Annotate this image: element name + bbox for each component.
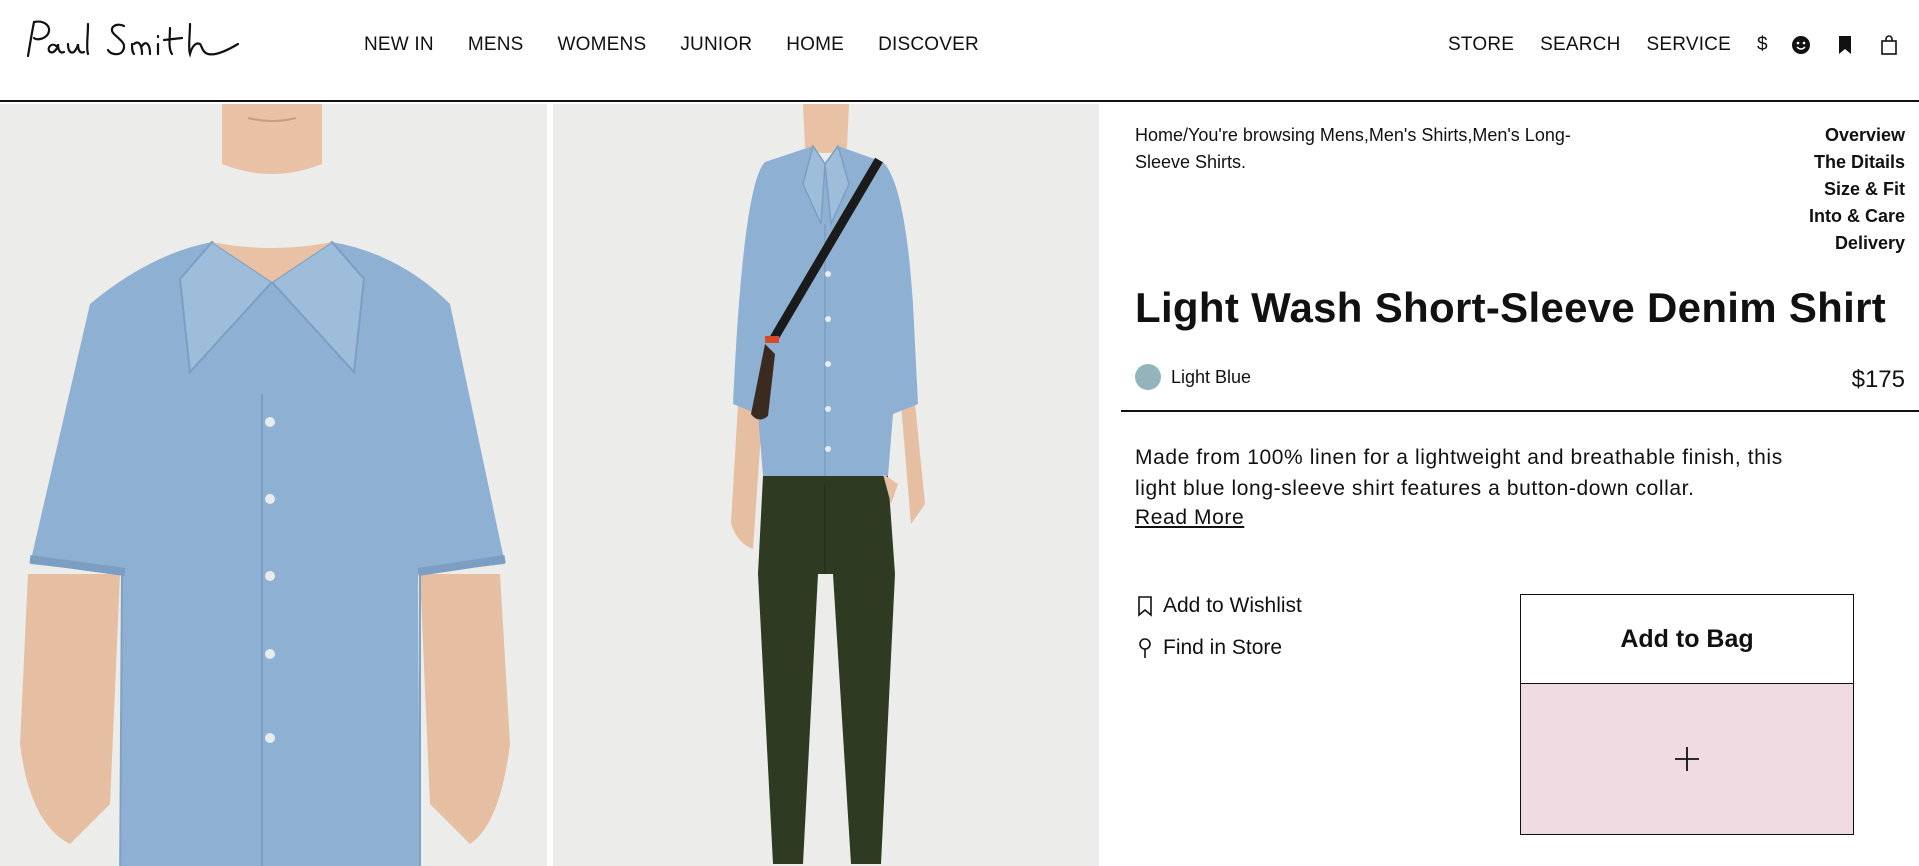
main-nav: NEW IN MENS WOMENS JUNIOR HOME DISCOVER bbox=[364, 34, 1013, 56]
nav-home[interactable]: HOME bbox=[786, 34, 844, 56]
section-link-size-fit[interactable]: Size & Fit bbox=[1809, 176, 1905, 203]
breadcrumb[interactable]: Home/You're browsing Mens,Men's Shirts,M… bbox=[1135, 122, 1585, 176]
paul-smith-logo[interactable] bbox=[24, 16, 244, 64]
nav-junior[interactable]: JUNIOR bbox=[680, 34, 752, 56]
product-image-closeup[interactable] bbox=[0, 104, 547, 866]
color-label: Light Blue bbox=[1171, 366, 1252, 387]
bag-icon[interactable] bbox=[1878, 34, 1900, 56]
plus-icon bbox=[1675, 747, 1699, 771]
product-description: Made from 100% linen for a lightweight a… bbox=[1135, 446, 1783, 500]
site-header: NEW IN MENS WOMENS JUNIOR HOME DISCOVER … bbox=[0, 0, 1919, 102]
expand-plus-button[interactable] bbox=[1520, 684, 1854, 835]
currency-selector[interactable]: $ bbox=[1757, 34, 1768, 56]
location-pin-icon bbox=[1135, 636, 1155, 660]
nav-discover[interactable]: DISCOVER bbox=[878, 34, 979, 56]
section-link-info-care[interactable]: Into & Care bbox=[1809, 203, 1905, 230]
add-to-bag-button[interactable]: Add to Bag bbox=[1520, 594, 1854, 684]
find-in-store-button[interactable]: Find in Store bbox=[1135, 636, 1282, 660]
utility-nav: STORE SEARCH SERVICE $ bbox=[1448, 34, 1919, 56]
bookmark-icon bbox=[1135, 594, 1155, 618]
add-to-bag-label: Add to Bag bbox=[1620, 624, 1754, 653]
wishlist-bookmark-icon[interactable] bbox=[1834, 34, 1856, 56]
nav-new-in[interactable]: NEW IN bbox=[364, 34, 434, 56]
nav-service[interactable]: SERVICE bbox=[1647, 34, 1731, 56]
nav-search[interactable]: SEARCH bbox=[1540, 34, 1620, 56]
nav-store[interactable]: STORE bbox=[1448, 34, 1514, 56]
add-to-wishlist-label: Add to Wishlist bbox=[1163, 594, 1302, 617]
product-info-panel: Home/You're browsing Mens,Men's Shirts,M… bbox=[1099, 104, 1919, 866]
color-selector[interactable]: Light Blue bbox=[1135, 364, 1251, 390]
section-links: Overview The Ditails Size & Fit Into & C… bbox=[1809, 122, 1905, 257]
section-link-delivery[interactable]: Delivery bbox=[1809, 230, 1905, 257]
section-link-details[interactable]: The Ditails bbox=[1809, 149, 1905, 176]
product-title: Light Wash Short-Sleeve Denim Shirt bbox=[1135, 284, 1887, 331]
read-more-link[interactable]: Read More bbox=[1135, 506, 1244, 530]
divider bbox=[1121, 410, 1919, 412]
product-image-full-length[interactable] bbox=[553, 104, 1099, 866]
add-to-wishlist-button[interactable]: Add to Wishlist bbox=[1135, 594, 1302, 618]
product-price: $175 bbox=[1851, 366, 1905, 393]
color-swatch[interactable] bbox=[1135, 364, 1161, 390]
breadcrumb-text[interactable]: Home/You're browsing Mens,Men's Shirts,M… bbox=[1135, 125, 1571, 172]
section-link-overview[interactable]: Overview bbox=[1809, 122, 1905, 149]
nav-mens[interactable]: MENS bbox=[468, 34, 524, 56]
account-icon[interactable] bbox=[1790, 34, 1812, 56]
nav-womens[interactable]: WOMENS bbox=[558, 34, 647, 56]
find-in-store-label: Find in Store bbox=[1163, 636, 1283, 659]
